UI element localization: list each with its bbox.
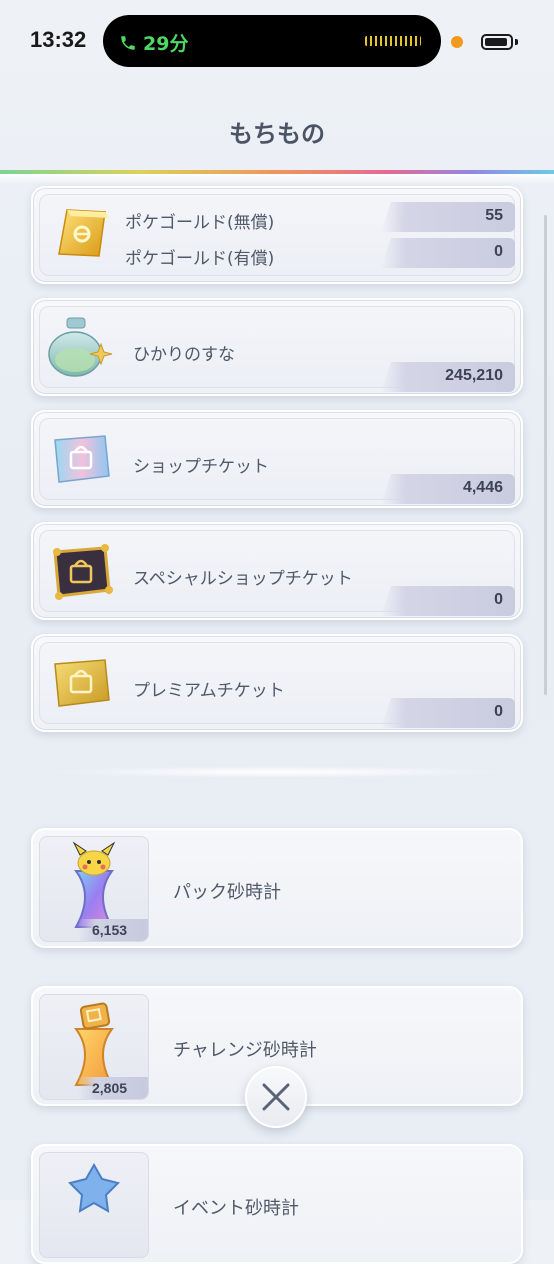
shop-ticket-icon: [54, 435, 110, 483]
hourglass-label: パック砂時計: [173, 882, 281, 903]
item-card-premium-ticket[interactable]: プレミアムチケット 0: [31, 634, 523, 732]
hourglass-count: 2,805: [92, 1080, 128, 1096]
audio-waveform-icon: [365, 36, 421, 46]
hourglass-count: 6,153: [92, 922, 128, 938]
item-value-pill: 0: [381, 586, 515, 616]
dynamic-island[interactable]: 29分: [103, 15, 441, 67]
hourglass-card-pack[interactable]: 6,153 パック砂時計: [31, 828, 523, 948]
item-label: ポケゴールド(無償): [125, 213, 275, 233]
item-value-pill: 0: [381, 698, 515, 728]
item-card-shop-ticket[interactable]: ショップチケット 4,446: [31, 410, 523, 508]
item-label: ポケゴールド(有償): [125, 249, 275, 269]
hourglass-icon-box: [39, 1152, 149, 1258]
item-value-pill: 55: [381, 202, 515, 232]
close-button[interactable]: [245, 1066, 307, 1128]
hourglass-count-pill: 2,805: [78, 1077, 148, 1099]
item-value: 0: [494, 243, 503, 260]
item-label: ひかりのすな: [133, 345, 235, 365]
mic-indicator-icon: [451, 36, 463, 48]
item-value-pill: 0: [381, 238, 515, 268]
item-value: 245,210: [445, 367, 503, 384]
event-hourglass-icon: [68, 1162, 120, 1213]
item-value: 55: [485, 207, 503, 224]
item-label: プレミアムチケット: [133, 681, 285, 701]
item-label: スペシャルショップチケット: [133, 569, 353, 589]
call-indicator: 29分: [119, 29, 188, 56]
premium-ticket-icon: [54, 659, 110, 707]
page-title: もちもの: [229, 120, 325, 148]
item-value: 4,446: [462, 479, 503, 496]
phone-icon: [121, 35, 135, 50]
stardust-bottle-icon: [48, 317, 113, 377]
item-value: 0: [494, 703, 503, 720]
gold-bar-icon: [58, 209, 109, 257]
battery-icon: [481, 34, 513, 50]
item-value-pill: 4,446: [381, 474, 515, 504]
battery-cap: [515, 39, 518, 45]
scrollbar[interactable]: [544, 215, 547, 695]
hourglass-label: イベント砂時計: [173, 1198, 299, 1219]
section-divider: [44, 766, 510, 778]
special-shop-ticket-icon: [53, 544, 113, 600]
item-value-pill: 245,210: [381, 362, 515, 392]
hourglass-label: チャレンジ砂時計: [173, 1040, 317, 1061]
hourglass-icon-box: 2,805: [39, 994, 149, 1100]
call-duration: 29分: [143, 33, 189, 55]
hourglass-count-pill: 6,153: [78, 919, 148, 941]
hourglass-icon-box: 6,153: [39, 836, 149, 942]
status-bar: 13:32 29分: [0, 0, 554, 90]
item-value: 0: [494, 591, 503, 608]
status-time: 13:32: [30, 27, 87, 52]
hourglass-card-event[interactable]: イベント砂時計: [31, 1144, 523, 1264]
item-card-special-shop-ticket[interactable]: スペシャルショップチケット 0: [31, 522, 523, 620]
item-card-stardust[interactable]: ひかりのすな 245,210: [31, 298, 523, 396]
header-shadow: [0, 174, 554, 184]
item-card-pokegold[interactable]: ポケゴールド(無償) 55 ポケゴールド(有償) 0: [31, 186, 523, 284]
item-label: ショップチケット: [133, 457, 269, 477]
close-icon: [262, 1083, 290, 1111]
